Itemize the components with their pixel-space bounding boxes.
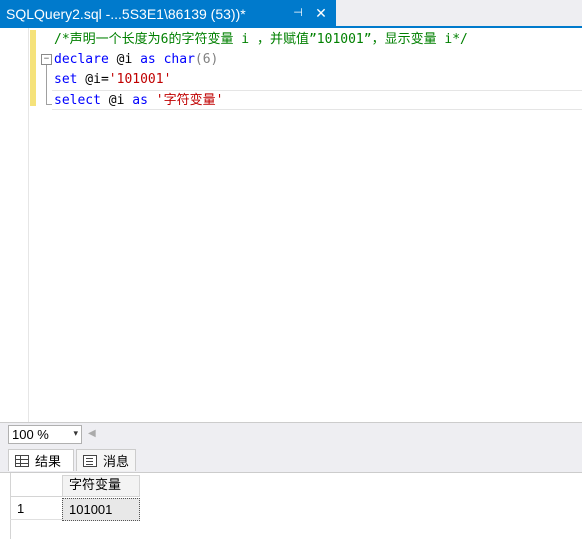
code-line-1: /*声明一个长度为6的字符变量 i ，并赋值”101001”，显示变量 i*/ [54,30,582,50]
identifier-token: @i= [77,72,109,87]
scroll-left-icon[interactable]: ◀ [88,428,98,440]
keyword-token: declare [54,52,109,67]
string-token: '字符变量' [155,93,224,108]
type-token: char [163,52,195,67]
paren-token: (6) [194,52,219,67]
tab-messages-label: 消息 [103,455,130,470]
string-token: '101001' [108,72,172,87]
keyword-token: set [54,72,78,87]
pin-icon[interactable]: ⊣ [291,6,305,20]
fold-guide [46,65,47,105]
grid-icon [15,454,29,467]
close-icon[interactable]: ✕ [313,5,329,21]
change-indicator [30,30,36,106]
gutter-divider [28,28,29,422]
code-line-2: declare @i as char(6) [54,50,582,70]
results-tab-strip: 结果 消息 [0,446,582,472]
messages-icon [83,454,97,467]
code-area[interactable]: /*声明一个长度为6的字符变量 i ，并赋值”101001”，显示变量 i*/ … [52,30,582,110]
keyword-token: select [54,93,101,108]
row-number-header[interactable] [10,475,62,497]
zoom-value: 100 % [12,427,49,442]
fold-toggle-icon[interactable]: − [41,54,52,65]
zoom-select[interactable]: 100 % ▾ [8,425,82,444]
code-line-4: select @i as '字符变量' [52,90,582,110]
results-grid: 字符变量 1 101001 [0,472,582,539]
keyword-token: as [140,52,156,67]
tab-results[interactable]: 结果 [8,449,74,471]
tab-messages[interactable]: 消息 [76,449,136,471]
document-tab-strip: SQLQuery2.sql -...5S3E1\86139 (53))* ⊣ ✕ [0,0,582,28]
chevron-down-icon[interactable]: ▾ [73,428,78,439]
column-header[interactable]: 字符变量 [62,475,140,497]
identifier-token: @i [108,52,141,67]
tab-results-label: 结果 [35,455,62,470]
keyword-token: as [132,93,148,108]
identifier-token: @i [100,93,133,108]
document-tab[interactable]: SQLQuery2.sql -...5S3E1\86139 (53))* ⊣ ✕ [0,0,336,28]
comment-token: /*声明一个长度为6的字符变量 i ，并赋值”101001”，显示变量 i*/ [54,32,468,47]
zoom-bar: 100 % ▾ ◀ [0,422,582,446]
row-number[interactable]: 1 [10,498,62,520]
result-cell[interactable]: 101001 [62,498,140,521]
tab-title: SQLQuery2.sql -...5S3E1\86139 (53))* [6,6,246,22]
query-editor[interactable]: − /*声明一个长度为6的字符变量 i ，并赋值”101001”，显示变量 i*… [0,28,582,422]
code-line-3: set @i='101001' [54,70,582,90]
horizontal-scrollbar[interactable] [100,426,578,442]
